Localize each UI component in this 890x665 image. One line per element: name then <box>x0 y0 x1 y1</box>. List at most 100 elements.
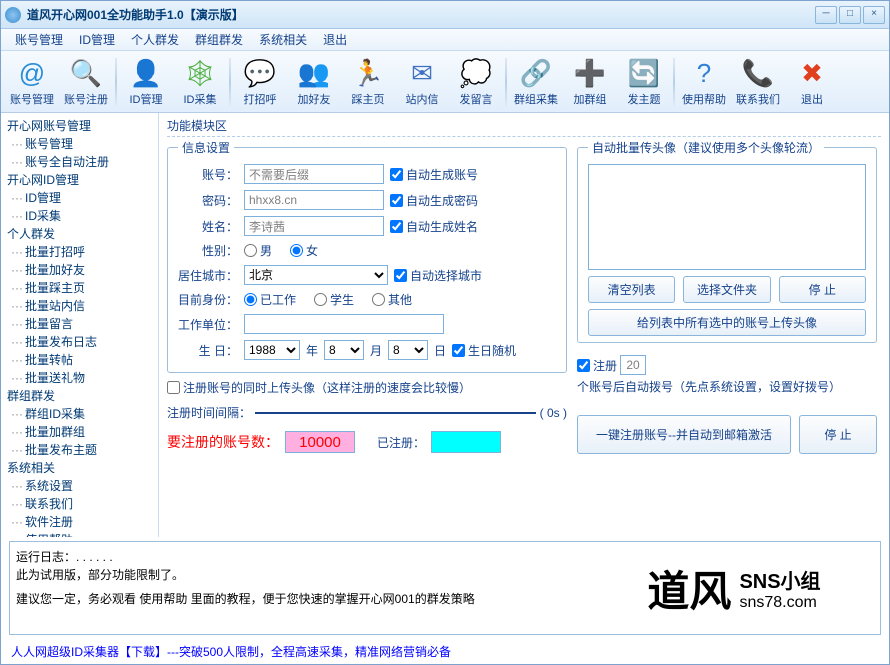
联系我们-icon: 📞 <box>741 56 775 90</box>
tree-item-账号全自动注册[interactable]: 账号全自动注册 <box>7 153 152 171</box>
account-input[interactable] <box>244 164 384 184</box>
register-stop-button[interactable]: 停 止 <box>799 415 877 454</box>
avatar-stop-button[interactable]: 停 止 <box>779 276 866 303</box>
auto-account-check[interactable]: 自动生成账号 <box>390 166 478 183</box>
menu-ID管理[interactable]: ID管理 <box>71 29 123 50</box>
tree-开心网ID管理[interactable]: 开心网ID管理 <box>7 171 152 189</box>
work-label: 工作单位： <box>178 316 238 333</box>
close-button[interactable]: × <box>863 6 885 24</box>
toolbar-账号管理[interactable]: @账号管理 <box>5 54 59 110</box>
status-work-radio[interactable]: 已工作 <box>244 291 296 308</box>
tree-item-账号管理[interactable]: 账号管理 <box>7 135 152 153</box>
log-line-3: 建议您一定，务必观看 使用帮助 里面的教程，便于您快速的掌握开心网001的群发策… <box>16 590 584 608</box>
upload-avatar-reg-check[interactable]: 注册账号的同时上传头像（这样注册的速度会比较慢） <box>167 379 567 396</box>
toolbar-联系我们[interactable]: 📞联系我们 <box>731 54 785 110</box>
toolbar-发主题[interactable]: 🔄发主题 <box>617 54 671 110</box>
toolbar-ID采集[interactable]: 🕸ID采集 <box>173 54 227 110</box>
count-value[interactable]: 10000 <box>285 431 355 453</box>
gender-male-radio[interactable]: 男 <box>244 242 272 259</box>
month-select[interactable]: 8 <box>324 340 364 360</box>
toolbar-群组采集[interactable]: 🔗群组采集 <box>509 54 563 110</box>
minimize-button[interactable]: ─ <box>815 6 837 24</box>
tree-item-ID采集[interactable]: ID采集 <box>7 207 152 225</box>
toolbar-账号注册[interactable]: 🔍账号注册 <box>59 54 113 110</box>
interval-slider[interactable] <box>255 406 536 420</box>
birth-random-check[interactable]: 生日随机 <box>452 342 516 359</box>
status-label: 目前身份： <box>178 291 238 308</box>
year-select[interactable]: 1988 <box>244 340 300 360</box>
auto-dial-check[interactable]: 注册 个账号后自动拨号（先点系统设置，设置好拨号） <box>577 355 877 395</box>
maximize-button[interactable]: □ <box>839 6 861 24</box>
tree-开心网账号管理[interactable]: 开心网账号管理 <box>7 117 152 135</box>
dial-count-input[interactable] <box>620 355 646 375</box>
password-input[interactable] <box>244 190 384 210</box>
info-fieldset: 信息设置 账号： 自动生成账号 密码： 自动生成密码 姓名： <box>167 139 567 373</box>
加群组-icon: ➕ <box>573 56 607 90</box>
tree-item-批量打招呼[interactable]: 批量打招呼 <box>7 243 152 261</box>
auto-name-check[interactable]: 自动生成姓名 <box>390 218 478 235</box>
tree-item-批量发布主题[interactable]: 批量发布主题 <box>7 441 152 459</box>
account-label: 账号： <box>178 166 238 183</box>
menu-个人群发[interactable]: 个人群发 <box>123 29 187 50</box>
menu-账号管理[interactable]: 账号管理 <box>7 29 71 50</box>
toolbar-加好友[interactable]: 👥加好友 <box>287 54 341 110</box>
window-title: 道风开心网001全功能助手1.0【演示版】 <box>27 6 815 23</box>
work-input[interactable] <box>244 314 444 334</box>
upload-avatar-button[interactable]: 给列表中所有选中的账号上传头像 <box>588 309 866 336</box>
toolbar-退出[interactable]: ✖退出 <box>785 54 839 110</box>
gender-female-radio[interactable]: 女 <box>290 242 318 259</box>
tree-item-群组ID采集[interactable]: 群组ID采集 <box>7 405 152 423</box>
toolbar-ID管理[interactable]: 👤ID管理 <box>119 54 173 110</box>
tree-item-软件注册[interactable]: 软件注册 <box>7 513 152 531</box>
tree-系统相关[interactable]: 系统相关 <box>7 459 152 477</box>
titlebar: 道风开心网001全功能助手1.0【演示版】 ─ □ × <box>1 1 889 29</box>
tree-item-批量踩主页[interactable]: 批量踩主页 <box>7 279 152 297</box>
name-input[interactable] <box>244 216 384 236</box>
status-other-radio[interactable]: 其他 <box>372 291 412 308</box>
tree-item-ID管理[interactable]: ID管理 <box>7 189 152 207</box>
tree-个人群发[interactable]: 个人群发 <box>7 225 152 243</box>
register-button[interactable]: 一键注册账号--并自动到邮箱激活 <box>577 415 791 454</box>
toolbar-加群组[interactable]: ➕加群组 <box>563 54 617 110</box>
interval-label: 注册时间间隔： <box>167 404 251 421</box>
interval-value: ( 0s ) <box>540 406 567 420</box>
发主题-icon: 🔄 <box>627 56 661 90</box>
tree-item-系统设置[interactable]: 系统设置 <box>7 477 152 495</box>
menu-系统相关[interactable]: 系统相关 <box>251 29 315 50</box>
log-area: 运行日志：. . . . . . 此为试用版，部分功能限制了。 建议您一定，务必… <box>9 541 881 635</box>
tree-item-批量加群组[interactable]: 批量加群组 <box>7 423 152 441</box>
tree-item-联系我们[interactable]: 联系我们 <box>7 495 152 513</box>
tree-item-批量加好友[interactable]: 批量加好友 <box>7 261 152 279</box>
tree-item-批量站内信[interactable]: 批量站内信 <box>7 297 152 315</box>
tree-item-批量发布日志[interactable]: 批量发布日志 <box>7 333 152 351</box>
ID采集-icon: 🕸 <box>183 56 217 90</box>
tree-群组群发[interactable]: 群组群发 <box>7 387 152 405</box>
city-select[interactable]: 北京 <box>244 265 388 285</box>
tree-item-批量送礼物[interactable]: 批量送礼物 <box>7 369 152 387</box>
加好友-icon: 👥 <box>297 56 331 90</box>
tree-item-批量留言[interactable]: 批量留言 <box>7 315 152 333</box>
发留言-icon: 💭 <box>459 56 493 90</box>
menu-退出[interactable]: 退出 <box>315 29 355 50</box>
auto-city-check[interactable]: 自动选择城市 <box>394 267 482 284</box>
avatar-list[interactable] <box>588 164 866 270</box>
status-student-radio[interactable]: 学生 <box>314 291 354 308</box>
auto-password-check[interactable]: 自动生成密码 <box>390 192 478 209</box>
menu-群组群发[interactable]: 群组群发 <box>187 29 251 50</box>
sidebar-tree: 开心网账号管理账号管理账号全自动注册开心网ID管理ID管理ID采集个人群发批量打… <box>1 113 159 537</box>
toolbar-发留言[interactable]: 💭发留言 <box>449 54 503 110</box>
day-select[interactable]: 8 <box>388 340 428 360</box>
toolbar: @账号管理🔍账号注册👤ID管理🕸ID采集💬打招呼👥加好友🏃踩主页✉站内信💭发留言… <box>1 51 889 113</box>
city-label: 居住城市： <box>178 267 238 284</box>
toolbar-踩主页[interactable]: 🏃踩主页 <box>341 54 395 110</box>
tree-item-使用帮助[interactable]: 使用帮助 <box>7 531 152 537</box>
tree-item-批量转帖[interactable]: 批量转帖 <box>7 351 152 369</box>
clear-list-button[interactable]: 清空列表 <box>588 276 675 303</box>
toolbar-打招呼[interactable]: 💬打招呼 <box>233 54 287 110</box>
footer-link[interactable]: 人人网超级ID采集器【下载】---突破500人限制，全程高速采集，精准网络营销必… <box>1 639 889 664</box>
toolbar-站内信[interactable]: ✉站内信 <box>395 54 449 110</box>
app-icon <box>5 7 21 23</box>
menubar: 账号管理ID管理个人群发群组群发系统相关退出 <box>1 29 889 51</box>
toolbar-使用帮助[interactable]: ?使用帮助 <box>677 54 731 110</box>
choose-folder-button[interactable]: 选择文件夹 <box>683 276 770 303</box>
